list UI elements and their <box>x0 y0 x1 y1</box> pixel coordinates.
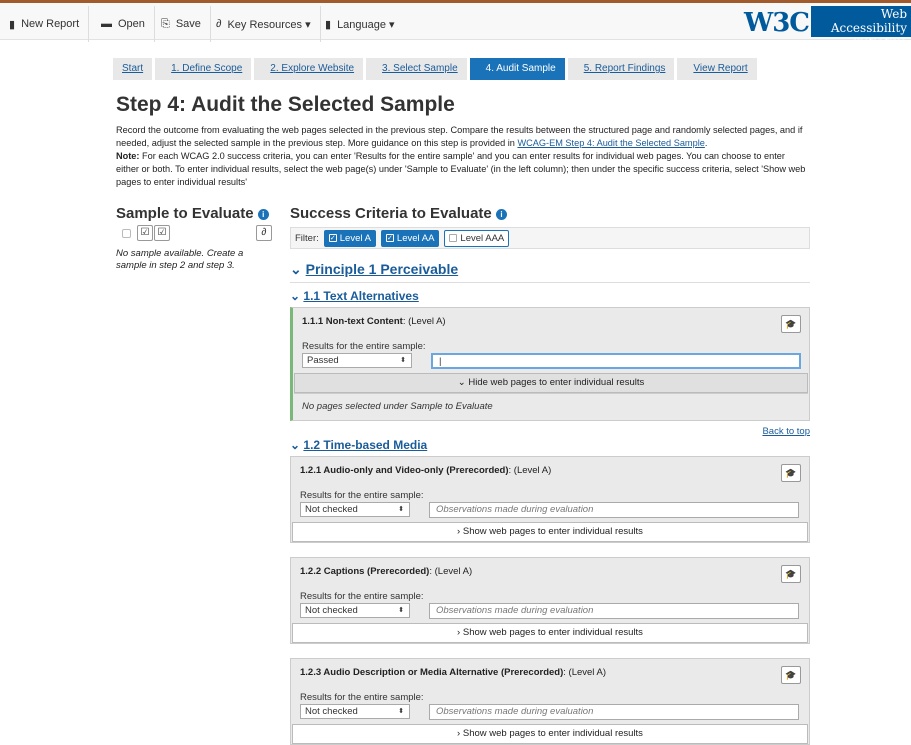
link-icon: ∂ <box>216 18 222 30</box>
result-select[interactable]: Not checked ⬍ <box>300 502 410 517</box>
criteria-title: Success Criteria to Evaluate i <box>290 205 810 222</box>
graduation-cap-icon[interactable]: 🎓 <box>781 565 801 583</box>
check-icon: ✓ <box>328 233 337 242</box>
observations-input[interactable]: | <box>431 353 801 369</box>
criterion-card: 1.2.1 Audio-only and Video-only (Prereco… <box>290 456 810 543</box>
check-edit-icon[interactable]: ☑ <box>154 225 170 241</box>
level-filter: Filter: ✓ Level A ✓ Level AA Level AAA <box>290 227 810 249</box>
result-select[interactable]: Not checked ⬍ <box>300 603 410 618</box>
select-all-checkbox[interactable] <box>122 229 131 238</box>
checkbox-icon <box>449 233 458 242</box>
back-to-top-link[interactable]: Back to top <box>290 426 810 437</box>
result-select[interactable]: Passed ⬍ <box>302 353 412 368</box>
info-icon[interactable]: i <box>495 208 507 220</box>
criteria-panel: Success Criteria to Evaluate i Filter: ✓… <box>290 205 810 745</box>
principle-1-heading[interactable]: ⌄ Principle 1 Perceivable <box>290 261 810 283</box>
step-define-scope[interactable]: 1. Define Scope <box>155 58 252 80</box>
step-report-findings[interactable]: 5. Report Findings <box>567 58 675 80</box>
save-icon: ⎘ <box>161 17 170 30</box>
graduation-cap-icon[interactable]: 🎓 <box>781 666 801 684</box>
open-button[interactable]: ▬ Open <box>92 6 155 42</box>
folder-open-icon: ▬ <box>101 18 112 30</box>
page-title: Step 4: Audit the Selected Sample <box>116 93 455 116</box>
w3c-logo[interactable]: W3C <box>744 8 810 38</box>
select-arrow-icon: ⬍ <box>400 357 406 364</box>
filter-level-aaa[interactable]: Level AAA <box>444 229 510 247</box>
guideline-1-2-heading[interactable]: ⌄ 1.2 Time-based Media <box>290 438 810 452</box>
book-icon: ▮ <box>325 18 332 31</box>
save-button[interactable]: ⎘ Save <box>152 6 211 42</box>
show-pages-button[interactable]: › Show web pages to enter individual res… <box>292 623 808 643</box>
observations-input[interactable]: Observations made during evaluation <box>429 603 799 619</box>
select-arrow-icon: ⬍ <box>398 506 404 513</box>
no-sample-note: No sample available. Create a sample in … <box>116 248 244 271</box>
file-icon: ▮ <box>9 18 16 31</box>
criterion-card: 1.1.1 Non-text Content: (Level A) 🎓 Resu… <box>290 307 810 421</box>
top-navbar: ▮ New Report ▬ Open ⎘ Save ∂ Key Resources ▾… <box>0 0 911 49</box>
sample-sidebar: Sample to Evaluate i ☑ ☑ ∂ No sample ava… <box>116 205 274 272</box>
show-pages-button[interactable]: › Show web pages to enter individual res… <box>292 522 808 542</box>
sidebar-title: Sample to Evaluate i <box>116 205 274 222</box>
language-dropdown[interactable]: ▮ Language ▾ <box>316 6 404 42</box>
observations-input[interactable]: Observations made during evaluation <box>429 502 799 518</box>
wai-logo[interactable]: Web Accessibility initiative <box>811 6 911 49</box>
graduation-cap-icon[interactable]: 🎓 <box>781 464 801 482</box>
link-icon[interactable]: ∂ <box>256 225 272 241</box>
check-icon: ✓ <box>385 233 394 242</box>
step-select-sample[interactable]: 3. Select Sample <box>366 58 467 80</box>
wcag-em-step4-link[interactable]: WCAG-EM Step 4: Audit the Selected Sampl… <box>517 138 704 148</box>
step-audit-sample[interactable]: 4. Audit Sample <box>469 58 565 80</box>
select-arrow-icon: ⬍ <box>398 607 404 614</box>
observations-input[interactable]: Observations made during evaluation <box>429 704 799 720</box>
info-icon[interactable]: i <box>257 208 269 220</box>
hide-pages-button[interactable]: ⌄ Hide web pages to enter individual res… <box>294 373 808 393</box>
check-icon[interactable]: ☑ <box>137 225 153 241</box>
key-resources-dropdown[interactable]: ∂ Key Resources ▾ <box>207 6 321 42</box>
graduation-cap-icon[interactable]: 🎓 <box>781 315 801 333</box>
show-pages-button[interactable]: › Show web pages to enter individual res… <box>292 724 808 744</box>
sample-toolbar: ☑ ☑ ∂ <box>116 225 274 243</box>
step-explore-website[interactable]: 2. Explore Website <box>254 58 364 80</box>
step-view-report[interactable]: View Report <box>677 58 757 80</box>
intro-text: Record the outcome from evaluating the w… <box>116 125 806 187</box>
criterion-card: 1.2.2 Captions (Prerecorded): (Level A) … <box>290 557 810 644</box>
select-arrow-icon: ⬍ <box>398 708 404 715</box>
guideline-1-1-heading[interactable]: ⌄ 1.1 Text Alternatives <box>290 289 810 303</box>
no-pages-note: No pages selected under Sample to Evalua… <box>294 393 808 420</box>
result-select[interactable]: Not checked ⬍ <box>300 704 410 719</box>
step-start[interactable]: Start <box>113 58 153 80</box>
filter-level-a[interactable]: ✓ Level A <box>323 229 376 247</box>
filter-level-aa[interactable]: ✓ Level AA <box>380 229 440 247</box>
criterion-card: 1.2.3 Audio Description or Media Alterna… <box>290 658 810 745</box>
step-navigation: Start 1. Define Scope 2. Explore Website… <box>113 58 760 80</box>
new-report-button[interactable]: ▮ New Report <box>0 6 90 42</box>
